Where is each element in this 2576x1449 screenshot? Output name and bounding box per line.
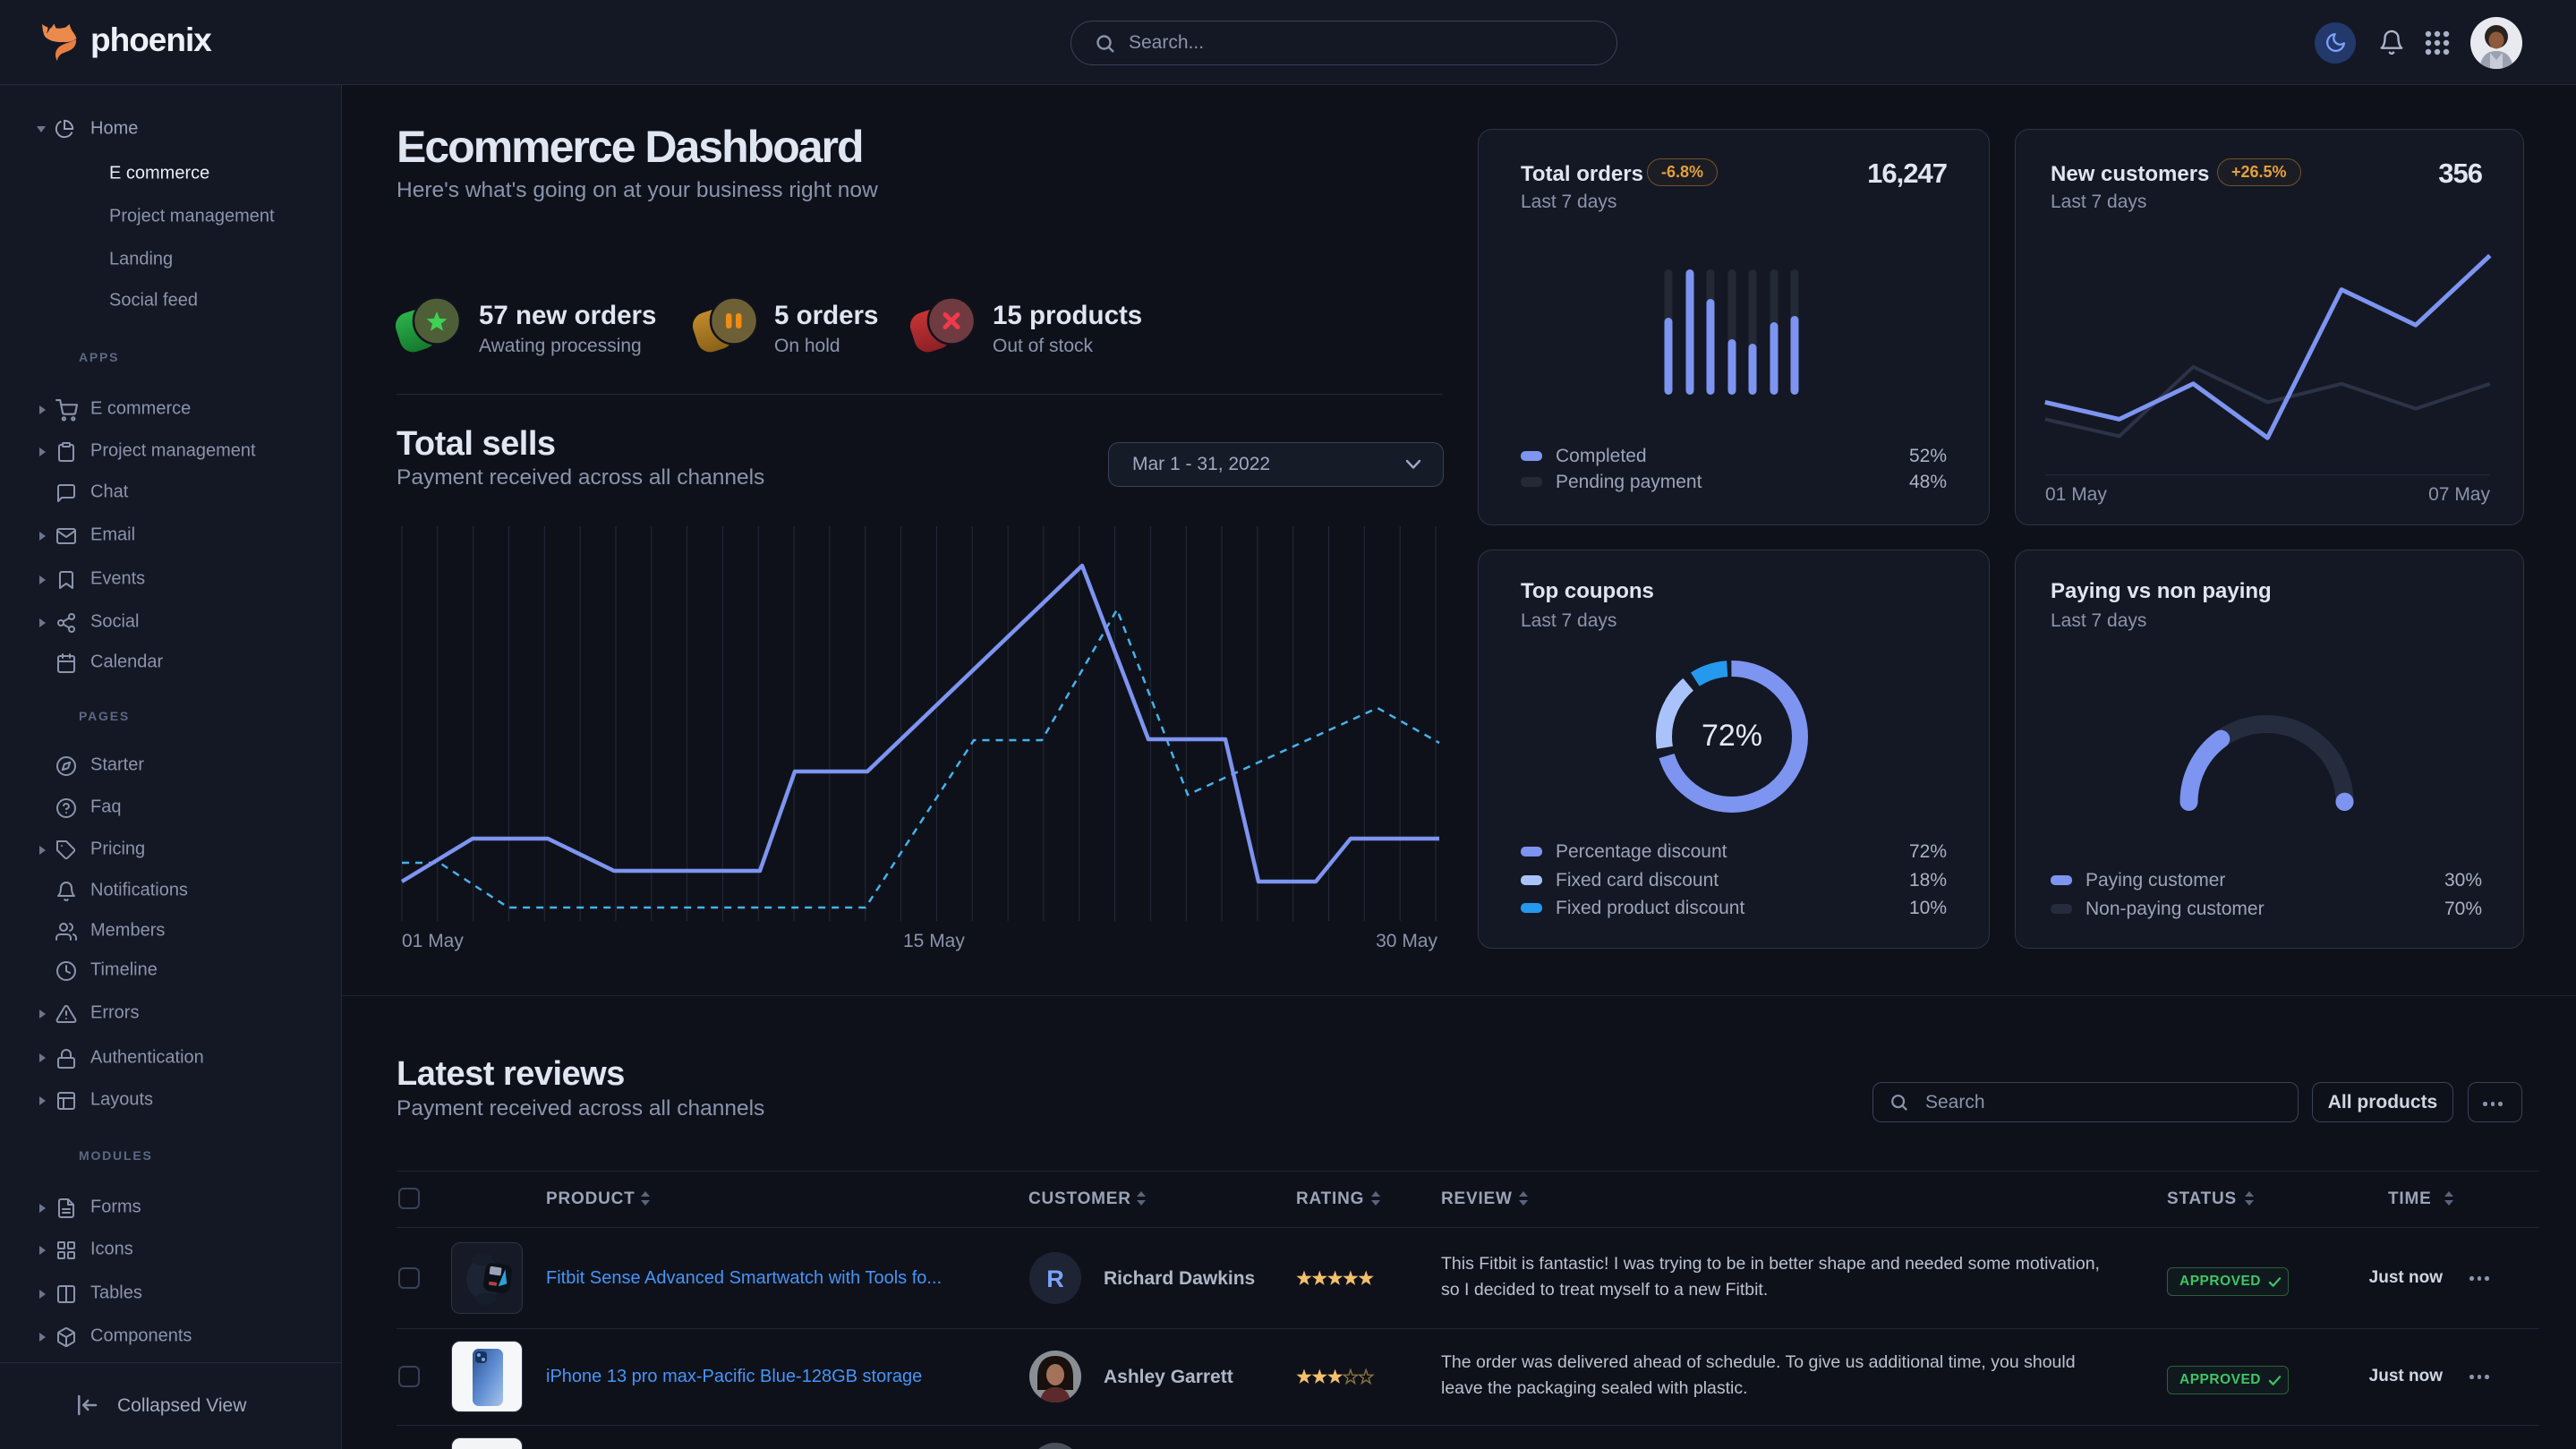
svg-text:R: R [1046, 1266, 1064, 1292]
